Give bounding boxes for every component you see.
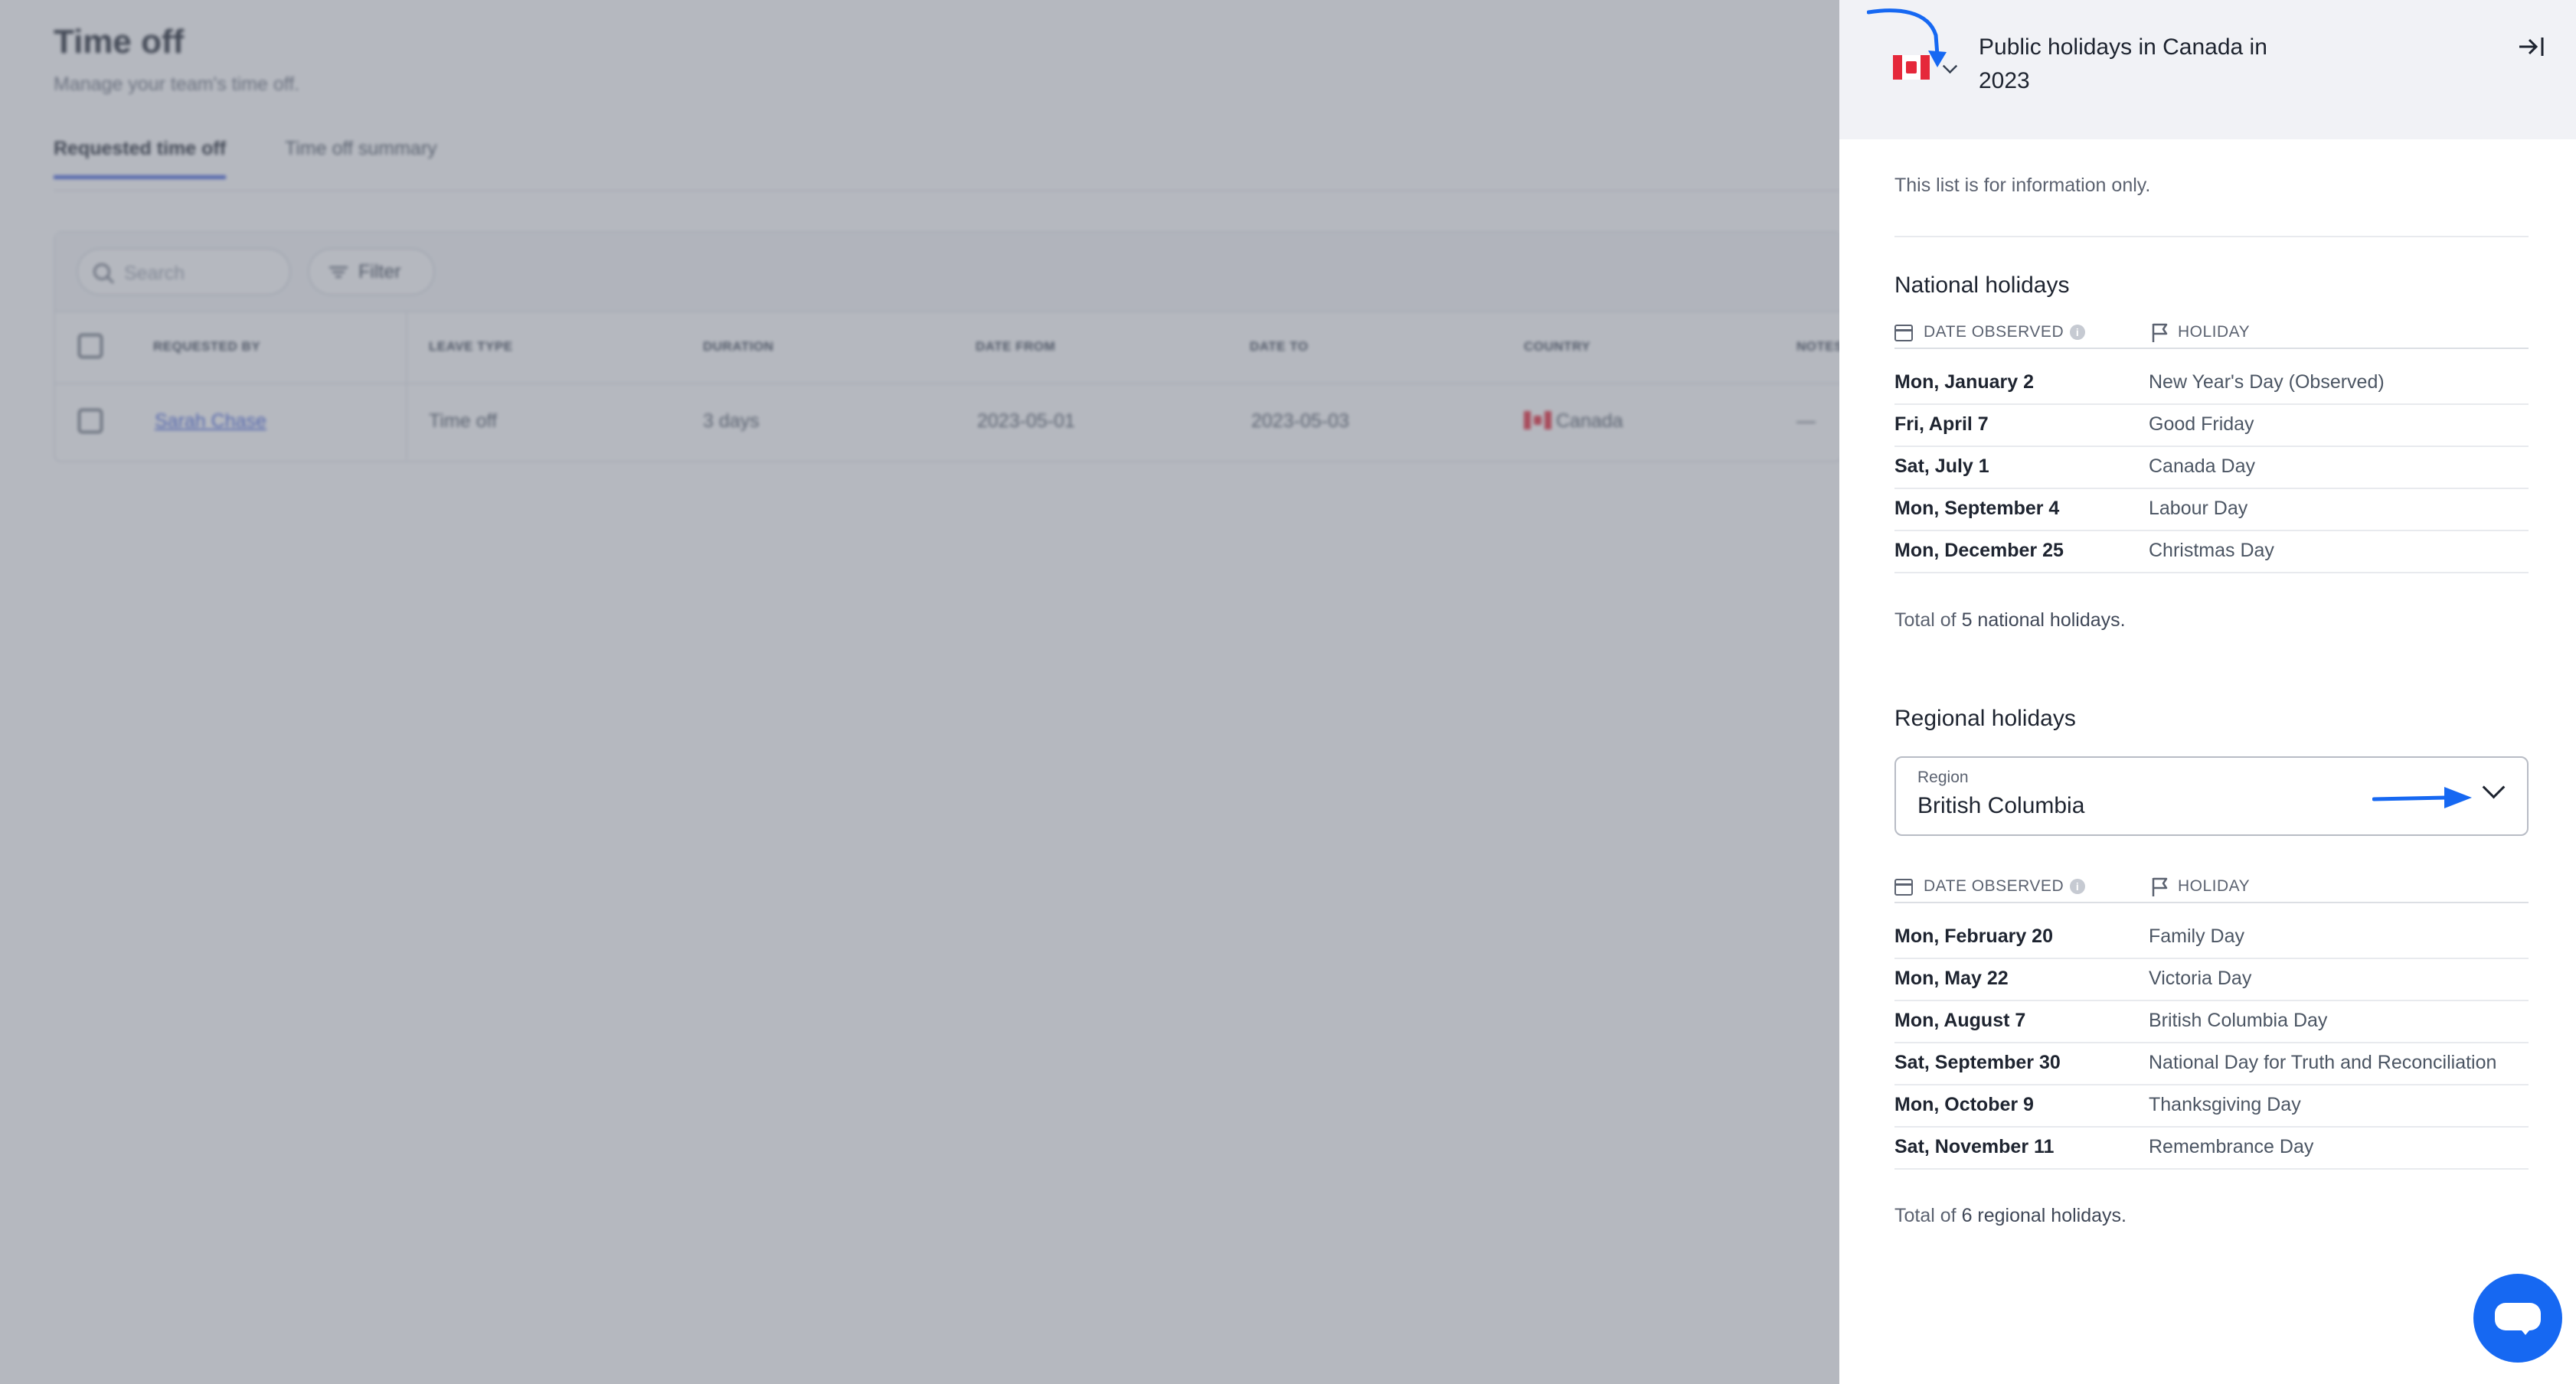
flag-outline-icon xyxy=(2152,877,2168,896)
collapse-panel-icon[interactable] xyxy=(2518,35,2545,58)
holiday-row: Mon, September 4 Labour Day xyxy=(1894,488,2529,531)
date-observed-header: DATE OBSERVED i xyxy=(1894,317,2086,348)
info-icon[interactable]: i xyxy=(2070,879,2086,894)
region-label: Region xyxy=(1917,769,1969,786)
regional-holidays-total: Total of 6 regional holidays. xyxy=(1894,1205,2127,1226)
holiday-row: Sat, September 30 National Day for Truth … xyxy=(1894,1042,2529,1085)
holiday-row: Mon, October 9 Thanksgiving Day xyxy=(1894,1084,2529,1128)
holiday-row: Sat, November 11 Remembrance Day xyxy=(1894,1126,2529,1170)
calendar-icon xyxy=(1894,879,1913,896)
calendar-icon xyxy=(1894,325,1913,341)
regional-table-header: DATE OBSERVED i HOLIDAY xyxy=(1894,871,2529,903)
holiday-row: Mon, December 25 Christmas Day xyxy=(1894,530,2529,573)
holiday-row: Mon, May 22 Victoria Day xyxy=(1894,958,2529,1001)
public-holidays-panel: Public holidays in Canada in 2023 This l… xyxy=(1839,0,2576,1384)
holiday-header: HOLIDAY xyxy=(2149,317,2250,348)
modal-backdrop[interactable] xyxy=(0,0,1839,1384)
holiday-row: Mon, August 7 British Columbia Day xyxy=(1894,1000,2529,1043)
date-observed-header: DATE OBSERVED i xyxy=(1894,871,2086,902)
info-icon[interactable]: i xyxy=(2070,325,2086,340)
holiday-row: Mon, January 2 New Year's Day (Observed) xyxy=(1894,361,2529,405)
holiday-row: Mon, February 20 Family Day xyxy=(1894,916,2529,959)
holiday-row: Fri, April 7 Good Friday xyxy=(1894,403,2529,447)
national-table-header: DATE OBSERVED i HOLIDAY xyxy=(1894,317,2529,349)
time-off-page: Time off Manage your team's time off. Re… xyxy=(0,0,1839,1384)
chat-button[interactable] xyxy=(2473,1274,2562,1363)
flag-outline-icon xyxy=(2152,323,2168,342)
region-value: British Columbia xyxy=(1917,793,2085,818)
national-holidays-total: Total of 5 national holidays. xyxy=(1894,609,2126,631)
chat-bubble-icon xyxy=(2495,1303,2541,1335)
regional-holidays-title: Regional holidays xyxy=(1894,706,2076,731)
divider xyxy=(1894,236,2529,237)
panel-title: Public holidays in Canada in 2023 xyxy=(1979,34,2267,93)
holiday-row: Sat, July 1 Canada Day xyxy=(1894,446,2529,489)
annotation-curved-arrow-icon xyxy=(1867,8,1947,67)
national-holidays-title: National holidays xyxy=(1894,273,2070,298)
chevron-down-icon xyxy=(2482,775,2506,799)
holiday-header: HOLIDAY xyxy=(2149,871,2250,902)
annotation-arrow-icon xyxy=(2372,787,2472,808)
info-note: This list is for information only. xyxy=(1894,175,2151,196)
